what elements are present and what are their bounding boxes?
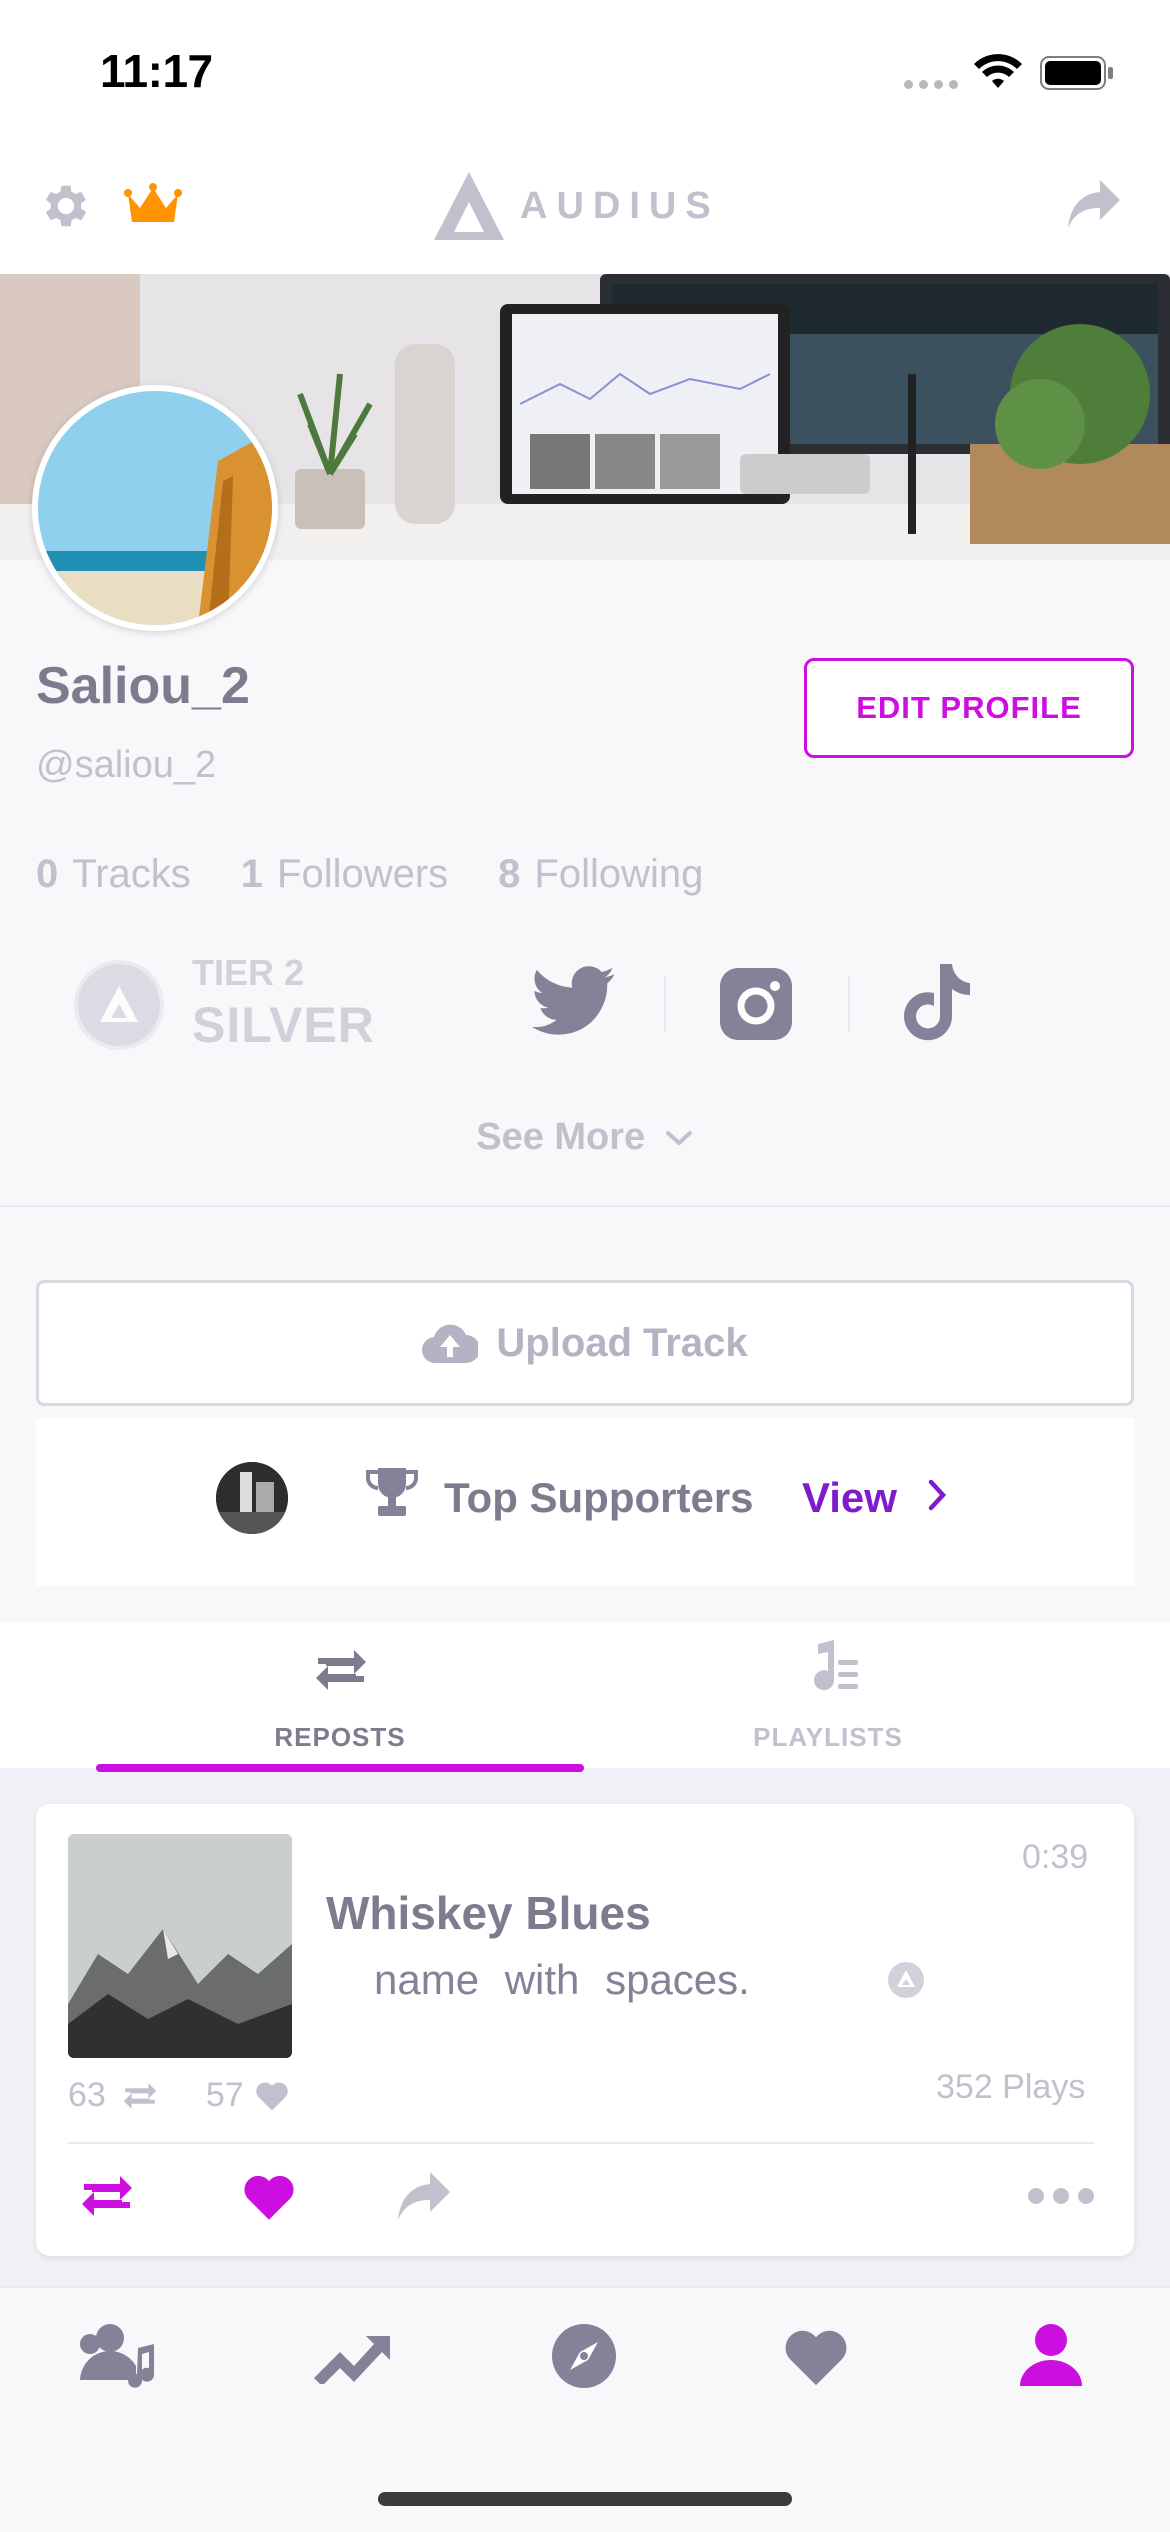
battery-icon — [1040, 56, 1113, 90]
heart-icon — [255, 2081, 288, 2111]
see-more-button[interactable]: See More — [0, 1116, 1170, 1159]
social-divider — [848, 976, 850, 1032]
view-supporters-link[interactable]: View — [802, 1474, 951, 1522]
stat-tracks[interactable]: 0 Tracks — [36, 852, 191, 897]
repost-button[interactable] — [76, 2172, 138, 2220]
stat-followers[interactable]: 1 Followers — [241, 852, 448, 897]
tier-badge-icon — [888, 1962, 924, 1998]
chevron-right-icon — [928, 1479, 946, 1511]
logo-text: AUDIUS — [520, 185, 720, 227]
playlists-icon — [814, 1640, 858, 1691]
home-indicator — [378, 2492, 792, 2506]
gear-icon[interactable] — [38, 178, 94, 234]
display-name: Saliou_2 — [36, 657, 250, 715]
more-icon[interactable] — [1026, 2184, 1096, 2208]
favorite-count: 57 — [205, 2076, 244, 2114]
explore-icon[interactable] — [550, 2322, 618, 2390]
cloud-upload-icon — [422, 1324, 479, 1364]
tier-badge-icon[interactable] — [74, 960, 164, 1050]
tier-name: SILVER — [192, 997, 375, 1053]
track-artwork[interactable] — [68, 1834, 292, 2058]
profile-icon[interactable] — [1018, 2322, 1084, 2388]
wifi-icon — [974, 54, 1022, 88]
track-artist[interactable]: name with spaces. — [374, 1956, 750, 2004]
tab-playlists[interactable]: PLAYLISTS — [678, 1722, 978, 1753]
audius-logo-icon — [434, 172, 504, 240]
chevron-down-icon — [665, 1131, 692, 1146]
share-button[interactable] — [396, 2170, 452, 2222]
track-title[interactable]: Whiskey Blues — [326, 1886, 651, 1940]
trending-icon[interactable] — [310, 2326, 394, 2384]
supporter-avatar — [216, 1462, 288, 1534]
top-supporters-label: Top Supporters — [444, 1474, 754, 1521]
crown-icon[interactable] — [124, 182, 182, 230]
upload-track-button[interactable]: Upload Track — [36, 1280, 1134, 1406]
edit-profile-button[interactable]: EDIT PROFILE — [804, 658, 1134, 758]
tiktok-icon[interactable] — [904, 962, 974, 1042]
profile-tabs — [0, 1622, 1170, 1768]
track-duration: 0:39 — [1022, 1838, 1089, 1876]
tab-reposts[interactable]: REPOSTS — [190, 1722, 490, 1753]
track-plays: 352 Plays — [936, 2068, 1086, 2106]
repost-icon — [316, 1650, 366, 1690]
repost-icon — [123, 2082, 156, 2109]
share-icon[interactable] — [1066, 178, 1122, 230]
status-time: 11:17 — [100, 45, 213, 97]
stat-following[interactable]: 8 Following — [498, 852, 703, 897]
social-divider — [664, 976, 666, 1032]
trophy-icon — [366, 1468, 418, 1516]
profile-avatar[interactable] — [32, 385, 278, 631]
instagram-icon[interactable] — [718, 966, 794, 1042]
profile-stats: 0 Tracks 1 Followers 8 Following — [36, 852, 703, 897]
user-handle: @saliou_2 — [36, 744, 217, 786]
signal-icon — [904, 80, 958, 89]
divider — [0, 1205, 1170, 1207]
tab-active-indicator — [96, 1764, 584, 1772]
twitter-icon[interactable] — [532, 966, 616, 1036]
feed-icon[interactable] — [76, 2322, 158, 2388]
divider — [68, 2142, 1094, 2144]
track-counts[interactable]: 63 57 — [68, 2076, 290, 2115]
favorites-icon[interactable] — [780, 2326, 852, 2388]
favorite-button[interactable] — [240, 2172, 298, 2222]
repost-count: 63 — [68, 2076, 106, 2114]
tier-label: TIER 2 — [192, 952, 305, 993]
